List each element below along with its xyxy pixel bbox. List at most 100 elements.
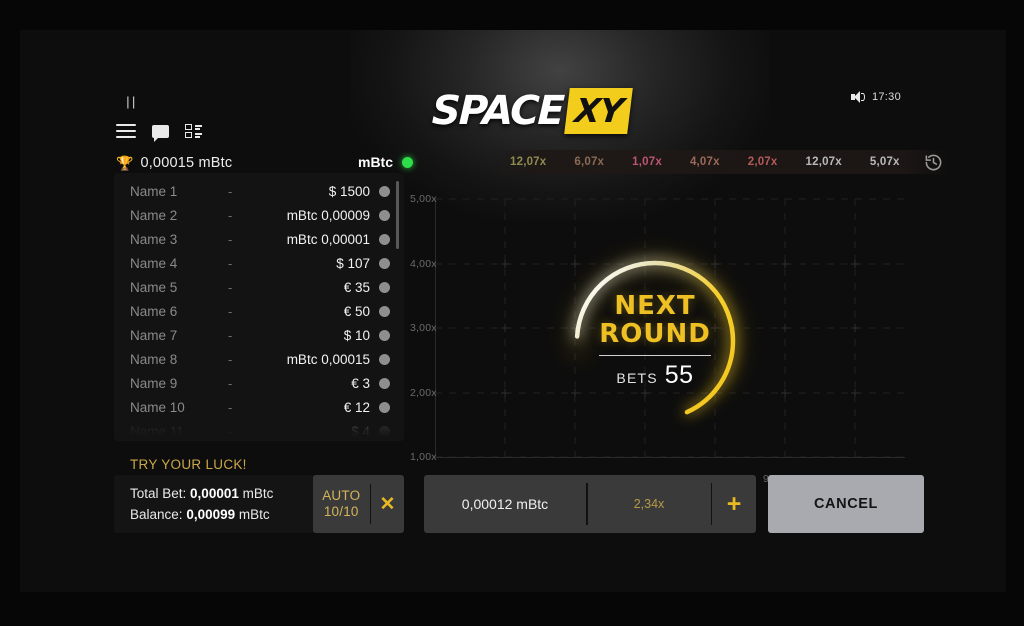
- top-icon-row: [116, 124, 202, 142]
- hamburger-menu-icon[interactable]: [116, 124, 136, 138]
- promo-text: TRY YOUR LUCK!: [130, 457, 247, 472]
- player-name: Name 3: [130, 231, 178, 247]
- sound-and-clock: 17:30: [850, 90, 901, 104]
- player-bet-value: mBtc 0,00009: [286, 207, 370, 223]
- player-avatar: [379, 377, 390, 389]
- player-bet-value: $ 10: [343, 327, 370, 343]
- y-axis-tick: 3,00x: [410, 322, 437, 334]
- player-name: Name 7: [130, 327, 178, 343]
- players-scrollbar[interactable]: [396, 181, 399, 249]
- player-bet-value: € 50: [343, 303, 370, 319]
- players-list-panel[interactable]: Name 1 - $ 1500 Name 2 - mBtc 0,00009 Name 3 - m…: [114, 173, 404, 441]
- bets-label: BETS: [616, 370, 658, 387]
- close-x-icon[interactable]: ✕: [371, 495, 404, 514]
- countdown-divider: [599, 354, 711, 357]
- auto-word: AUTO: [322, 488, 361, 503]
- player-multiplier: -: [228, 207, 233, 223]
- player-name: Name 2: [130, 207, 178, 223]
- total-bet-unit: mBtc: [242, 486, 274, 501]
- logo-xy-badge: XY: [564, 88, 634, 134]
- bets-count: 55: [664, 361, 694, 390]
- jackpot-row[interactable]: 🏆 0,00015 mBtc: [116, 155, 232, 171]
- auto-count: 10/10: [323, 504, 359, 519]
- table-row[interactable]: Name 5 - € 35: [114, 275, 404, 299]
- history-multiplier[interactable]: 1,07x: [618, 156, 676, 168]
- table-row[interactable]: Name 11 - $ 4: [114, 419, 404, 441]
- player-multiplier: -: [228, 351, 233, 367]
- table-row[interactable]: Name 1 - $ 1500: [114, 179, 404, 203]
- bet-summary-panel: Total Bet: 0,00001 mBtc Balance: 0,00099…: [114, 475, 404, 533]
- jackpot-amount: 0,00015 mBtc: [140, 155, 233, 171]
- bet-controls: 0,00012 mBtc 2,34x + CANCEL: [424, 475, 924, 533]
- countdown-content: NEXT ROUND BETS 55: [566, 252, 744, 430]
- player-avatar: [379, 401, 390, 413]
- connection-status-dot: [402, 156, 414, 168]
- currency-selector[interactable]: mBtc: [358, 154, 414, 170]
- frame-top: [0, 0, 1024, 30]
- player-bet-value: € 3: [351, 375, 370, 391]
- player-multiplier: -: [228, 183, 233, 199]
- game-logo: SPACE XY: [431, 88, 634, 134]
- top-left-marker: ||: [124, 95, 138, 110]
- player-name: Name 9: [130, 375, 178, 391]
- bet-summary-text: Total Bet: 0,00001 mBtc Balance: 0,00099…: [114, 483, 313, 525]
- y-axis-tick: 1,00x: [410, 451, 437, 463]
- clock-label: 17:30: [871, 91, 901, 103]
- trophy-icon: 🏆: [116, 155, 134, 171]
- player-multiplier: -: [228, 423, 233, 439]
- total-bet-label: Total Bet:: [130, 486, 187, 501]
- bets-row: BETS 55: [616, 361, 693, 390]
- player-bet-value: € 35: [343, 279, 370, 295]
- table-row[interactable]: Name 6 - € 50: [114, 299, 404, 323]
- balance-label: Balance:: [130, 507, 183, 522]
- history-multiplier[interactable]: 6,07x: [560, 156, 618, 168]
- speaker-icon[interactable]: [850, 90, 866, 104]
- player-bet-value: mBtc 0,00001: [286, 231, 370, 247]
- cancel-button[interactable]: CANCEL: [768, 475, 924, 533]
- chat-bubble-icon[interactable]: [152, 124, 169, 142]
- bet-list-icon[interactable]: [185, 124, 202, 138]
- table-row[interactable]: Name 7 - $ 10: [114, 323, 404, 347]
- currency-label: mBtc: [358, 154, 394, 170]
- player-avatar: [379, 425, 390, 437]
- player-multiplier: -: [228, 399, 233, 415]
- table-row[interactable]: Name 4 - $ 107: [114, 251, 404, 275]
- table-row[interactable]: Name 3 - mBtc 0,00001: [114, 227, 404, 251]
- table-row[interactable]: Name 2 - mBtc 0,00009: [114, 203, 404, 227]
- next-round-line2: ROUND: [599, 318, 711, 349]
- player-avatar: [379, 185, 390, 197]
- table-row[interactable]: Name 10 - € 12: [114, 395, 404, 419]
- logo-space-text: SPACE: [431, 88, 564, 134]
- next-round-line1: NEXT: [614, 290, 696, 321]
- player-avatar: [379, 209, 390, 221]
- history-multiplier[interactable]: 4,07x: [676, 156, 734, 168]
- history-multiplier[interactable]: 12,07x: [496, 156, 560, 168]
- history-multiplier[interactable]: 5,07x: [856, 156, 914, 168]
- y-axis-tick: 4,00x: [410, 258, 437, 270]
- balance-line: Balance: 0,00099 mBtc: [130, 504, 313, 525]
- player-name: Name 10: [130, 399, 185, 415]
- total-bet-line: Total Bet: 0,00001 mBtc: [130, 483, 313, 504]
- auto-cashout-value[interactable]: 2,34x: [588, 497, 711, 511]
- table-row[interactable]: Name 8 - mBtc 0,00015: [114, 347, 404, 371]
- bet-amount-input[interactable]: 0,00012 mBtc: [424, 496, 586, 512]
- player-avatar: [379, 353, 390, 365]
- history-multiplier[interactable]: 12,07x: [792, 156, 856, 168]
- player-avatar: [379, 329, 390, 341]
- player-bet-value: mBtc 0,00015: [286, 351, 370, 367]
- plus-icon[interactable]: +: [712, 491, 756, 517]
- player-multiplier: -: [228, 231, 233, 247]
- player-name: Name 4: [130, 255, 178, 271]
- player-multiplier: -: [228, 375, 233, 391]
- bet-amount-box[interactable]: 0,00012 mBtc 2,34x +: [424, 475, 756, 533]
- history-clock-icon[interactable]: [924, 153, 943, 172]
- table-row[interactable]: Name 9 - € 3: [114, 371, 404, 395]
- y-axis-tick: 2,00x: [410, 387, 437, 399]
- auto-bet-button[interactable]: AUTO 10/10 ✕: [313, 475, 404, 533]
- y-axis-ticks: 5,00x 4,00x 3,00x 2,00x 1,00x: [408, 173, 448, 463]
- next-round-countdown: NEXT ROUND BETS 55: [566, 252, 744, 430]
- player-name: Name 5: [130, 279, 178, 295]
- balance-value: 0,00099: [186, 507, 236, 522]
- multiplier-history-bar: 12,07x 6,07x 1,07x 4,07x 2,07x 12,07x 5,07x: [490, 150, 949, 174]
- history-multiplier[interactable]: 2,07x: [734, 156, 792, 168]
